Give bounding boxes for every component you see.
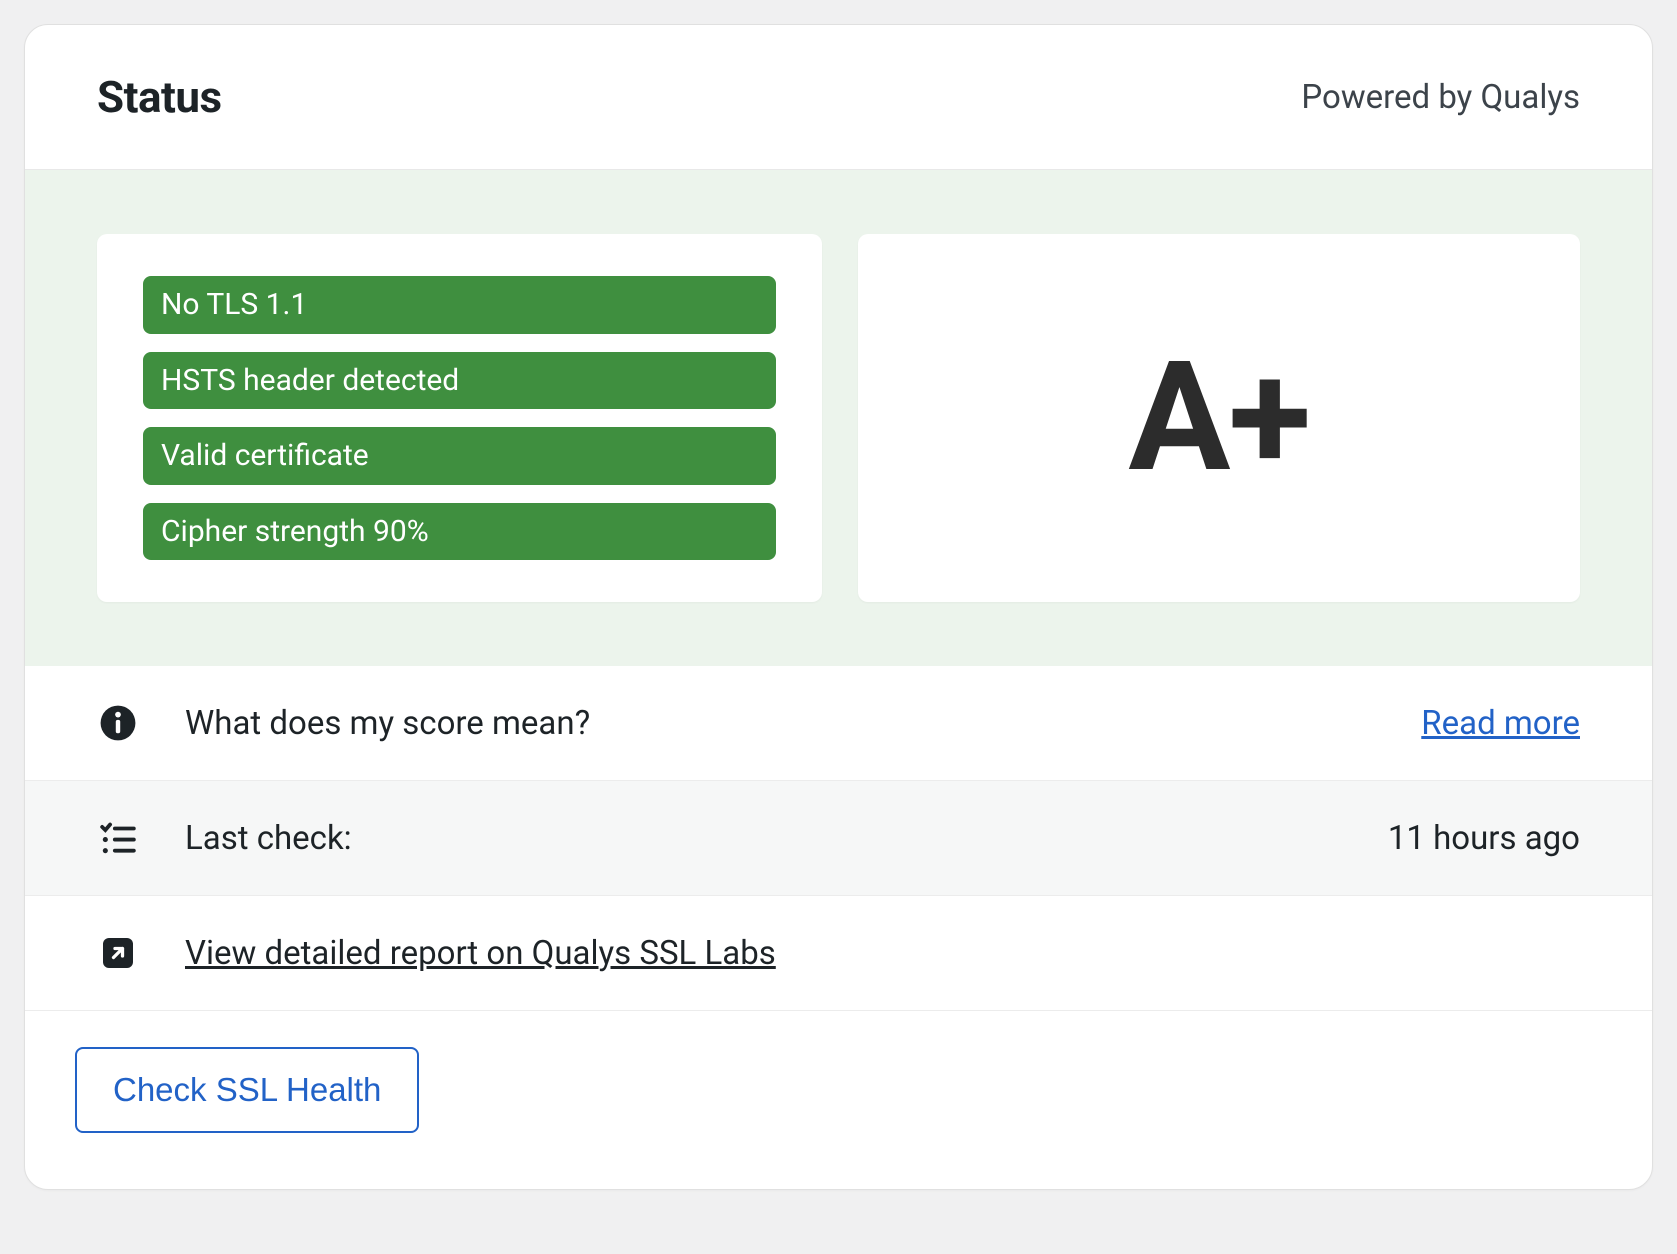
check-pill: Cipher strength 90% — [143, 503, 776, 561]
card-title: Status — [97, 71, 222, 123]
check-pill: Valid certificate — [143, 427, 776, 485]
card-header: Status Powered by Qualys — [25, 25, 1652, 170]
ssl-grade: A+ — [1128, 329, 1309, 507]
info-icon — [97, 702, 139, 744]
score-meaning-label: What does my score mean? — [185, 704, 1421, 743]
card-footer: Check SSL Health — [25, 1011, 1652, 1189]
grade-panel: A+ — [858, 234, 1580, 602]
checks-panel: No TLS 1.1 HSTS header detected Valid ce… — [97, 234, 822, 602]
row-last-check: Last check: 11 hours ago — [25, 781, 1652, 896]
last-check-value: 11 hours ago — [1388, 819, 1580, 858]
read-more-link[interactable]: Read more — [1421, 704, 1580, 743]
external-link-icon — [97, 932, 139, 974]
row-detailed-report: View detailed report on Qualys SSL Labs — [25, 896, 1652, 1011]
check-pill: No TLS 1.1 — [143, 276, 776, 334]
checklist-icon — [97, 817, 139, 859]
summary-band: No TLS 1.1 HSTS header detected Valid ce… — [25, 170, 1652, 666]
ssl-status-card: Status Powered by Qualys No TLS 1.1 HSTS… — [24, 24, 1653, 1190]
powered-by-label: Powered by Qualys — [1301, 78, 1580, 117]
check-pill: HSTS header detected — [143, 352, 776, 410]
last-check-label: Last check: — [185, 819, 1388, 858]
info-rows: What does my score mean? Read more Last … — [25, 666, 1652, 1011]
detailed-report-link[interactable]: View detailed report on Qualys SSL Labs — [185, 934, 1580, 973]
row-score-meaning: What does my score mean? Read more — [25, 666, 1652, 781]
check-ssl-health-button[interactable]: Check SSL Health — [75, 1047, 419, 1133]
